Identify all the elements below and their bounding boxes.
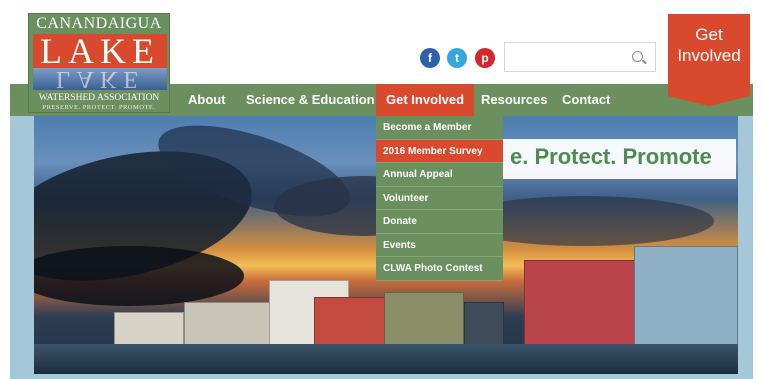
get-involved-button[interactable]: Get Involved: [668, 14, 750, 106]
dropdown-item-donate[interactable]: Donate: [376, 210, 503, 234]
dropdown-item-annual-appeal[interactable]: Annual Appeal: [376, 163, 503, 187]
search-icon[interactable]: [632, 51, 643, 62]
facebook-icon[interactable]: f: [420, 48, 440, 68]
get-involved-line1: Get: [695, 25, 723, 44]
nav-item-contact[interactable]: Contact: [552, 84, 620, 116]
logo-tagline: PRESERVE. PROTECT. PROMOTE.: [42, 104, 156, 111]
lake-water: [34, 344, 738, 374]
nav-item-science-education[interactable]: Science & Education: [236, 84, 385, 116]
logo-lake-text: LAKE: [33, 33, 167, 69]
dropdown-item-photo-contest[interactable]: CLWA Photo Contest: [376, 257, 503, 281]
nav-item-get-involved[interactable]: Get Involved: [376, 84, 475, 116]
site-logo[interactable]: CANANDAIGUA LAKE LAKE WATERSHED ASSOCIAT…: [28, 13, 170, 113]
dropdown-item-volunteer[interactable]: Volunteer: [376, 187, 503, 210]
get-involved-dropdown: Become a Member 2016 Member Survey Annua…: [376, 116, 503, 281]
hero-tagline-panel: e. Protect. Promote: [502, 139, 736, 179]
dropdown-item-become-member[interactable]: Become a Member: [376, 116, 503, 140]
get-involved-line2: Involved: [677, 46, 741, 65]
dropdown-item-events[interactable]: Events: [376, 234, 503, 257]
logo-lake-reflection: LAKE: [33, 66, 167, 92]
site-header: CANANDAIGUA LAKE LAKE WATERSHED ASSOCIAT…: [0, 0, 763, 113]
hero-tagline: e. Protect. Promote: [510, 144, 712, 169]
search-input[interactable]: [511, 43, 629, 71]
search-box: [504, 42, 656, 72]
dropdown-item-member-survey[interactable]: 2016 Member Survey: [376, 139, 503, 163]
twitter-icon[interactable]: t: [447, 48, 467, 68]
nav-item-resources[interactable]: Resources: [471, 84, 557, 116]
pinterest-icon[interactable]: p: [475, 48, 495, 68]
nav-item-about[interactable]: About: [178, 84, 236, 116]
